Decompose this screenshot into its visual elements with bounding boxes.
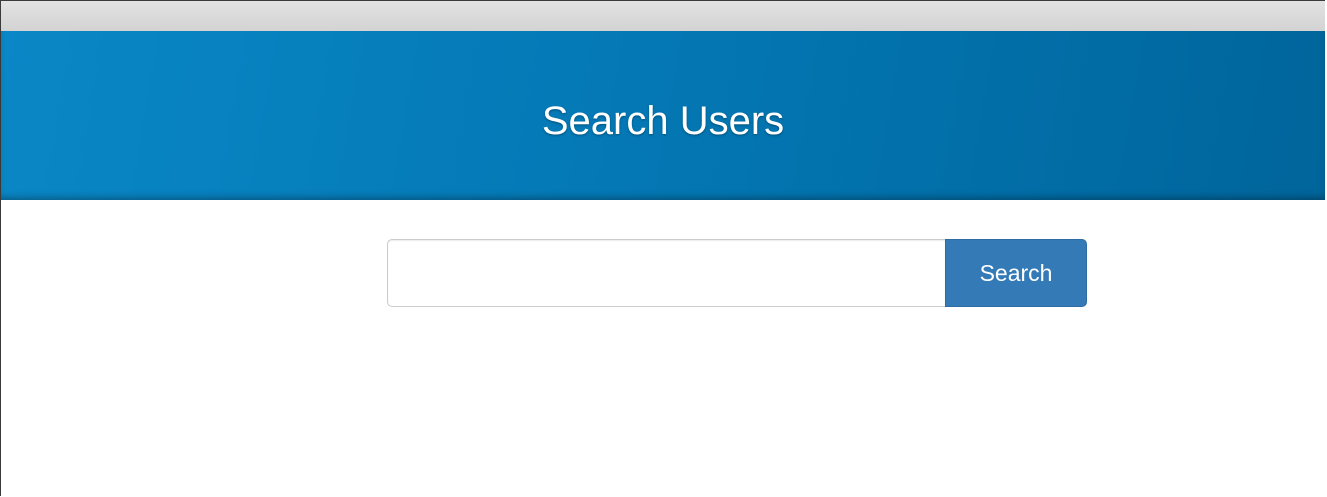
search-form: Search bbox=[387, 239, 1087, 307]
header-banner: Search Users bbox=[1, 31, 1325, 200]
search-button[interactable]: Search bbox=[945, 239, 1087, 307]
browser-top-strip bbox=[1, 1, 1325, 31]
app-window: Search Users Search bbox=[0, 0, 1325, 496]
page-title: Search Users bbox=[541, 99, 785, 143]
search-input[interactable] bbox=[387, 239, 945, 307]
